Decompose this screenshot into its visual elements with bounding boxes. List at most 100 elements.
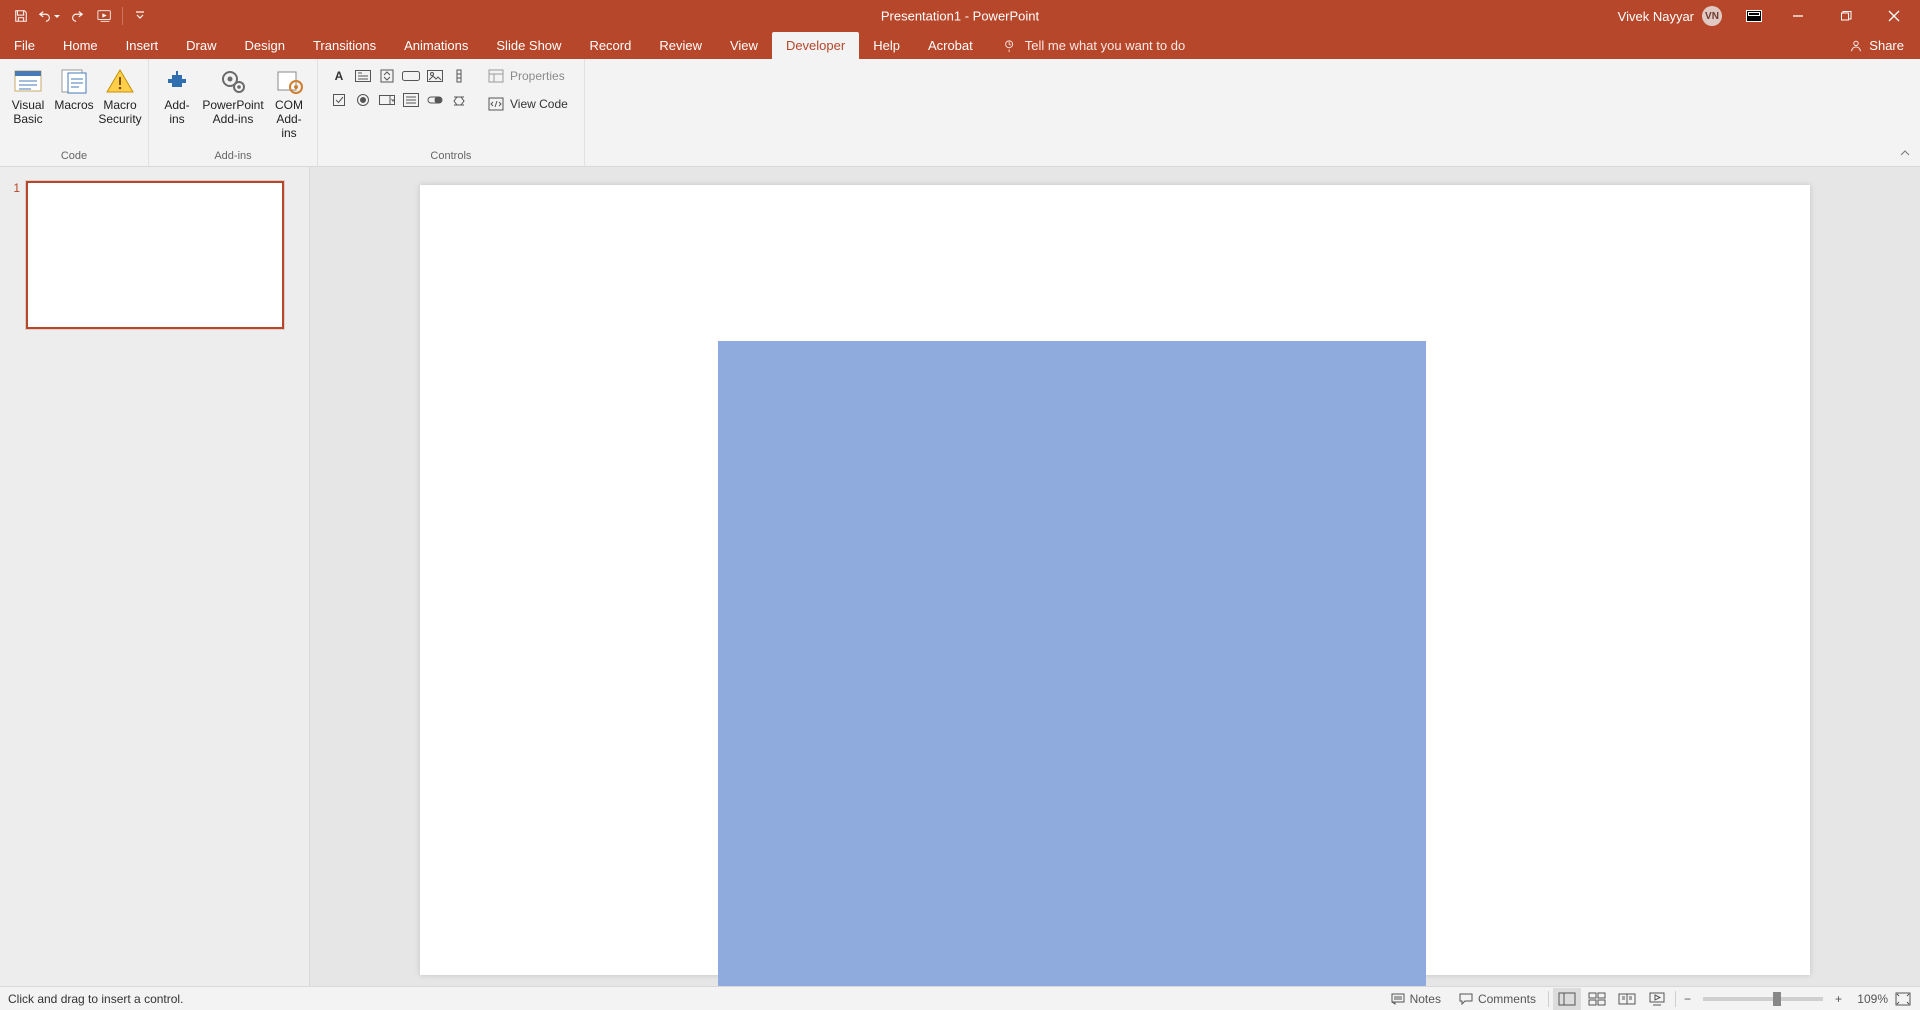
statusbar-separator-2 [1675, 991, 1676, 1007]
slide-number: 1 [8, 181, 20, 976]
controls-side: Properties View Code [476, 63, 578, 115]
visual-basic-icon [12, 65, 44, 97]
window-title: Presentation1 - PowerPoint [881, 9, 1039, 24]
tell-me-placeholder: Tell me what you want to do [1025, 38, 1185, 53]
com-addins-icon [273, 65, 305, 97]
save-button[interactable] [8, 4, 34, 28]
fit-to-window-button[interactable] [1892, 988, 1914, 1010]
comments-button[interactable]: Comments [1451, 988, 1544, 1010]
undo-button[interactable] [36, 4, 62, 28]
tab-home[interactable]: Home [49, 32, 112, 59]
maximize-button[interactable] [1824, 0, 1868, 32]
status-message: Click and drag to insert a control. [6, 992, 1383, 1006]
slide-thumbnail-pane[interactable]: 1 [0, 167, 310, 986]
quick-access-toolbar [0, 4, 153, 28]
properties-button: Properties [484, 65, 572, 87]
warning-icon [104, 65, 136, 97]
zoom-percent[interactable]: 109% [1848, 992, 1890, 1006]
tab-record[interactable]: Record [575, 32, 645, 59]
comments-label: Comments [1478, 992, 1536, 1006]
slideshow-view-button[interactable] [1643, 988, 1671, 1010]
macros-icon [58, 65, 90, 97]
qat-separator [122, 7, 123, 25]
reading-view-button[interactable] [1613, 988, 1641, 1010]
checkbox-control-button[interactable] [328, 89, 350, 111]
account-name[interactable]: Vivek Nayyar [1618, 9, 1698, 24]
redo-button[interactable] [64, 4, 90, 28]
avatar[interactable]: VN [1702, 6, 1722, 26]
properties-label: Properties [510, 69, 565, 83]
addins-button[interactable]: Add- ins [155, 63, 199, 127]
title-bar: Presentation1 - PowerPoint Vivek Nayyar … [0, 0, 1920, 32]
tab-file[interactable]: File [0, 32, 49, 59]
more-controls-button[interactable] [448, 89, 470, 111]
group-addins: Add- ins PowerPoint Add-ins COM Add-ins … [149, 59, 318, 166]
group-controls: A Properties View [318, 59, 585, 166]
ribbon-display-options-button[interactable] [1736, 0, 1772, 32]
blue-rectangle-shape[interactable] [718, 341, 1426, 986]
customize-qat-button[interactable] [127, 4, 153, 28]
tab-design[interactable]: Design [231, 32, 299, 59]
titlebar-right: Vivek Nayyar VN [1618, 0, 1920, 32]
option-control-button[interactable] [352, 89, 374, 111]
zoom-out-button[interactable]: − [1680, 988, 1695, 1010]
slide-edit-area[interactable] [310, 167, 1920, 986]
group-controls-label: Controls [324, 150, 578, 164]
zoom-in-button[interactable]: + [1831, 988, 1846, 1010]
image-control-button[interactable] [424, 65, 446, 87]
doc-name: Presentation1 [881, 9, 961, 24]
visual-basic-button[interactable]: Visual Basic [6, 63, 50, 127]
close-button[interactable] [1872, 0, 1916, 32]
tab-draw[interactable]: Draw [172, 32, 230, 59]
listbox-control-button[interactable] [400, 89, 422, 111]
slide-sorter-view-button[interactable] [1583, 988, 1611, 1010]
view-code-button[interactable]: View Code [484, 93, 572, 115]
tab-help[interactable]: Help [859, 32, 914, 59]
macros-button[interactable]: Macros [52, 63, 96, 113]
spin-control-button[interactable] [376, 65, 398, 87]
com-addins-button[interactable]: COM Add-ins [267, 63, 311, 140]
group-addins-label: Add-ins [155, 150, 311, 164]
macro-security-button[interactable]: Macro Security [98, 63, 142, 127]
zoom-slider[interactable] [1703, 997, 1823, 1001]
slide-thumbnail-1[interactable] [26, 181, 284, 329]
slide-canvas[interactable] [420, 185, 1810, 975]
textbox-control-button[interactable] [352, 65, 374, 87]
controls-gallery: A [324, 63, 474, 111]
group-code: Visual Basic Macros Macro Security Code [0, 59, 149, 166]
zoom-slider-thumb[interactable] [1773, 992, 1781, 1006]
status-bar: Click and drag to insert a control. Note… [0, 986, 1920, 1010]
addins-icon [161, 65, 193, 97]
tab-developer[interactable]: Developer [772, 32, 859, 59]
minimize-button[interactable] [1776, 0, 1820, 32]
label-control-button[interactable]: A [328, 65, 350, 87]
powerpoint-addins-button[interactable]: PowerPoint Add-ins [201, 63, 265, 127]
tab-acrobat[interactable]: Acrobat [914, 32, 987, 59]
tab-view[interactable]: View [716, 32, 772, 59]
ribbon-tabstrip: File Home Insert Draw Design Transitions… [0, 32, 1920, 59]
toggle-control-button[interactable] [424, 89, 446, 111]
workspace: 1 [0, 167, 1920, 986]
group-code-label: Code [6, 150, 142, 164]
app-name: PowerPoint [973, 9, 1039, 24]
tell-me-search[interactable]: Tell me what you want to do [987, 32, 1185, 59]
tab-insert[interactable]: Insert [112, 32, 173, 59]
notes-label: Notes [1410, 992, 1441, 1006]
tab-transitions[interactable]: Transitions [299, 32, 390, 59]
share-button[interactable]: Share [1833, 32, 1920, 59]
normal-view-button[interactable] [1553, 988, 1581, 1010]
ribbon: Visual Basic Macros Macro Security Code [0, 59, 1920, 167]
tab-animations[interactable]: Animations [390, 32, 482, 59]
gear-icon [217, 65, 249, 97]
collapse-ribbon-button[interactable] [1896, 144, 1914, 162]
tab-review[interactable]: Review [645, 32, 716, 59]
share-label: Share [1869, 38, 1904, 53]
tab-slideshow[interactable]: Slide Show [482, 32, 575, 59]
notes-button[interactable]: Notes [1383, 988, 1449, 1010]
view-code-label: View Code [510, 97, 568, 111]
combobox-control-button[interactable] [376, 89, 398, 111]
command-button-control-button[interactable] [400, 65, 422, 87]
scrollbar-control-button[interactable] [448, 65, 470, 87]
statusbar-separator [1548, 991, 1549, 1007]
start-from-beginning-button[interactable] [92, 4, 118, 28]
